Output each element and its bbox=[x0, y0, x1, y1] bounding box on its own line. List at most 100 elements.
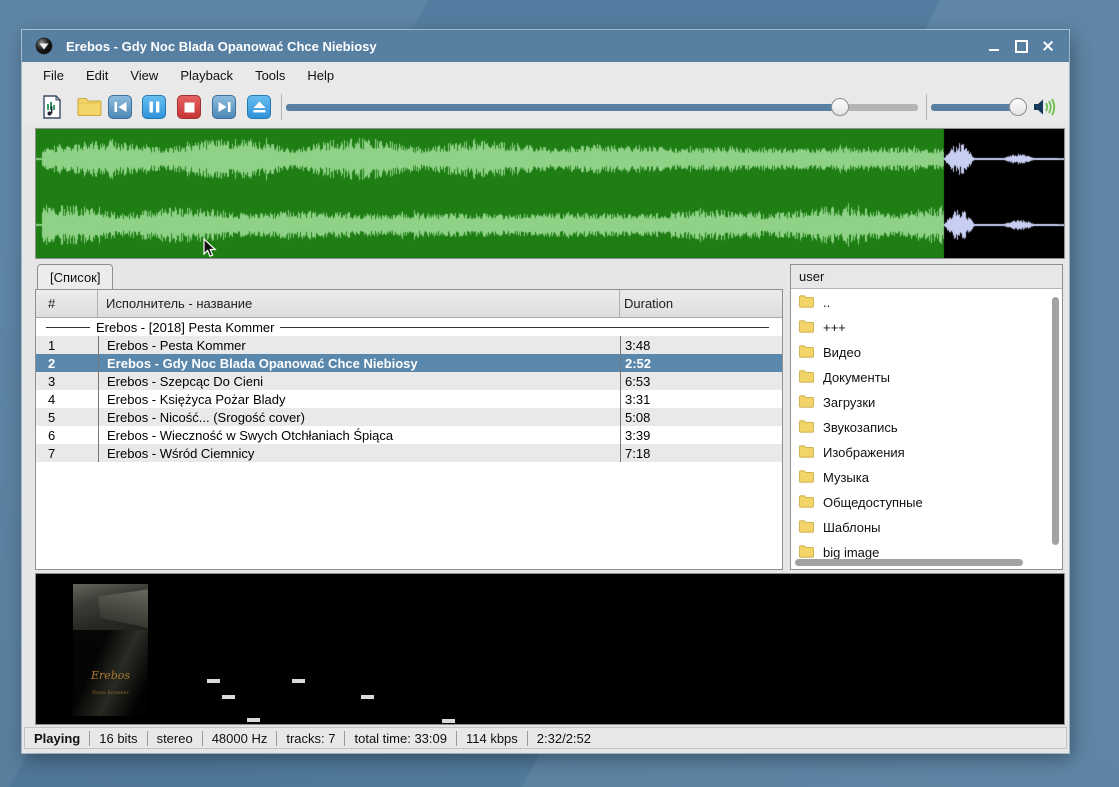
track-title: Erebos - Gdy Noc Blada Opanować Chce Nie… bbox=[98, 354, 620, 372]
titlebar[interactable]: Erebos - Gdy Noc Blada Opanować Chce Nie… bbox=[22, 30, 1069, 62]
file-browser-item[interactable]: Загрузки bbox=[791, 390, 1050, 415]
menu-tools[interactable]: Tools bbox=[244, 65, 296, 86]
menu-file[interactable]: File bbox=[32, 65, 75, 86]
folder-icon bbox=[791, 295, 814, 311]
album-art-title: Erebos bbox=[73, 669, 148, 682]
file-browser-item[interactable]: Звукозапись bbox=[791, 415, 1050, 440]
waveform-view[interactable] bbox=[35, 128, 1065, 259]
volume-icon bbox=[1032, 95, 1058, 119]
column-number[interactable]: # bbox=[36, 290, 98, 317]
track-title: Erebos - Nicość... (Srogość cover) bbox=[98, 408, 620, 426]
file-browser-item[interactable]: Видео bbox=[791, 340, 1050, 365]
track-number: 5 bbox=[36, 408, 98, 426]
column-artist-title[interactable]: Исполнитель - название bbox=[98, 290, 620, 317]
maximize-button[interactable] bbox=[1012, 37, 1030, 55]
file-browser-item[interactable]: Шаблоны bbox=[791, 515, 1050, 540]
volume-button[interactable] bbox=[1032, 95, 1058, 119]
toolbar-separator bbox=[281, 94, 282, 120]
volume-handle[interactable] bbox=[1009, 98, 1027, 116]
menu-view[interactable]: View bbox=[119, 65, 169, 86]
file-browser-item-label: +++ bbox=[823, 320, 846, 335]
file-browser-item-label: Шаблоны bbox=[823, 520, 881, 535]
maximize-icon bbox=[1015, 40, 1028, 53]
pause-button[interactable] bbox=[142, 95, 166, 119]
volume-fill bbox=[931, 104, 1018, 111]
file-browser-list: .. +++ Видео Документы ЗагрузкиЗвукозапись Из… bbox=[791, 290, 1050, 559]
close-button[interactable] bbox=[1039, 37, 1057, 55]
status-item: Playing bbox=[25, 731, 89, 746]
playlist-row[interactable]: 4Erebos - Księżyca Pożar Blady3:31 bbox=[36, 390, 782, 408]
spectrum-peak bbox=[361, 695, 374, 699]
eject-button[interactable] bbox=[247, 95, 271, 119]
file-browser-item-label: .. bbox=[823, 295, 830, 310]
track-duration: 5:08 bbox=[620, 408, 782, 426]
stop-button[interactable] bbox=[177, 95, 201, 119]
visualization-panel[interactable]: Erebos Pesta Kommer bbox=[35, 573, 1065, 725]
playlist-row[interactable]: 2Erebos - Gdy Noc Blada Opanować Chce Ni… bbox=[36, 354, 782, 372]
playlist-header[interactable]: # Исполнитель - название Duration bbox=[36, 290, 782, 318]
file-browser-item[interactable]: Документы bbox=[791, 365, 1050, 390]
file-browser-item[interactable]: Изображения bbox=[791, 440, 1050, 465]
folder-icon bbox=[791, 370, 814, 386]
file-browser-item[interactable]: big image bbox=[791, 540, 1050, 559]
file-browser-item[interactable]: Общедоступные bbox=[791, 490, 1050, 515]
status-item: 2:32/2:52 bbox=[528, 731, 600, 746]
minimize-button[interactable] bbox=[985, 37, 1003, 55]
playlist-group-header: Erebos - [2018] Pesta Kommer bbox=[36, 318, 782, 336]
spectrum-peak bbox=[222, 695, 235, 699]
track-title: Erebos - Wieczność w Swych Otchłaniach Ś… bbox=[98, 426, 620, 444]
group-line bbox=[46, 327, 90, 328]
previous-button[interactable] bbox=[108, 95, 132, 119]
app-icon bbox=[35, 37, 53, 55]
status-item: tracks: 7 bbox=[277, 731, 344, 746]
menu-edit[interactable]: Edit bbox=[75, 65, 119, 86]
playlist-row[interactable]: 5Erebos - Nicość... (Srogość cover)5:08 bbox=[36, 408, 782, 426]
pause-icon bbox=[149, 101, 160, 113]
playlist-table: # Исполнитель - название Duration Erebos… bbox=[35, 289, 783, 570]
folder-icon bbox=[791, 495, 814, 511]
album-art-subtitle: Pesta Kommer bbox=[73, 690, 148, 696]
playlist-row[interactable]: 3Erebos - Szepcąc Do Cieni6:53 bbox=[36, 372, 782, 390]
track-number: 1 bbox=[36, 336, 98, 354]
album-art: Erebos Pesta Kommer bbox=[73, 584, 148, 716]
open-folder-button[interactable] bbox=[77, 95, 101, 119]
folder-icon bbox=[791, 395, 814, 411]
waveform-canvas bbox=[36, 129, 1064, 258]
file-browser-item[interactable]: Музыка bbox=[791, 465, 1050, 490]
folder-icon bbox=[791, 420, 814, 436]
track-duration: 3:31 bbox=[620, 390, 782, 408]
folder-icon bbox=[791, 445, 814, 461]
playlist-tab[interactable]: [Список] bbox=[37, 264, 113, 289]
file-browser-panel: user .. +++ Видео Документы ЗагрузкиЗвукозап… bbox=[790, 264, 1063, 570]
track-duration: 7:18 bbox=[620, 444, 782, 462]
file-browser-item[interactable]: +++ bbox=[791, 315, 1050, 340]
seek-fill bbox=[286, 104, 840, 111]
playlist-row[interactable]: 1Erebos - Pesta Kommer3:48 bbox=[36, 336, 782, 354]
seek-handle[interactable] bbox=[831, 98, 849, 116]
track-duration: 2:52 bbox=[620, 354, 782, 372]
file-browser-item-label: Общедоступные bbox=[823, 495, 923, 510]
status-item: 16 bits bbox=[90, 731, 146, 746]
menu-help[interactable]: Help bbox=[296, 65, 345, 86]
add-file-button[interactable] bbox=[40, 95, 64, 119]
desktop: Erebos - Gdy Noc Blada Opanować Chce Nie… bbox=[0, 0, 1119, 787]
column-duration[interactable]: Duration bbox=[620, 290, 782, 317]
file-browser-item-label: Документы bbox=[823, 370, 890, 385]
horizontal-scrollbar[interactable] bbox=[795, 559, 1023, 566]
next-button[interactable] bbox=[212, 95, 236, 119]
seek-slider[interactable] bbox=[286, 104, 918, 111]
eject-icon bbox=[253, 101, 266, 113]
menu-playback[interactable]: Playback bbox=[169, 65, 244, 86]
group-line bbox=[280, 327, 769, 328]
playlist-row[interactable]: 7Erebos - Wśród Ciemnicy7:18 bbox=[36, 444, 782, 462]
close-icon bbox=[1042, 40, 1054, 52]
vertical-scrollbar[interactable] bbox=[1052, 297, 1059, 545]
playlist-panel: [Список] # Исполнитель - название Durati… bbox=[35, 264, 783, 570]
file-browser-item-label: Изображения bbox=[823, 445, 905, 460]
file-browser-item[interactable]: .. bbox=[791, 290, 1050, 315]
file-browser-header[interactable]: user bbox=[791, 265, 1062, 289]
playlist-rows: 1Erebos - Pesta Kommer3:482Erebos - Gdy … bbox=[36, 336, 782, 462]
spectrum-peak bbox=[442, 719, 455, 723]
playlist-row[interactable]: 6Erebos - Wieczność w Swych Otchłaniach … bbox=[36, 426, 782, 444]
minimize-icon bbox=[989, 49, 999, 51]
